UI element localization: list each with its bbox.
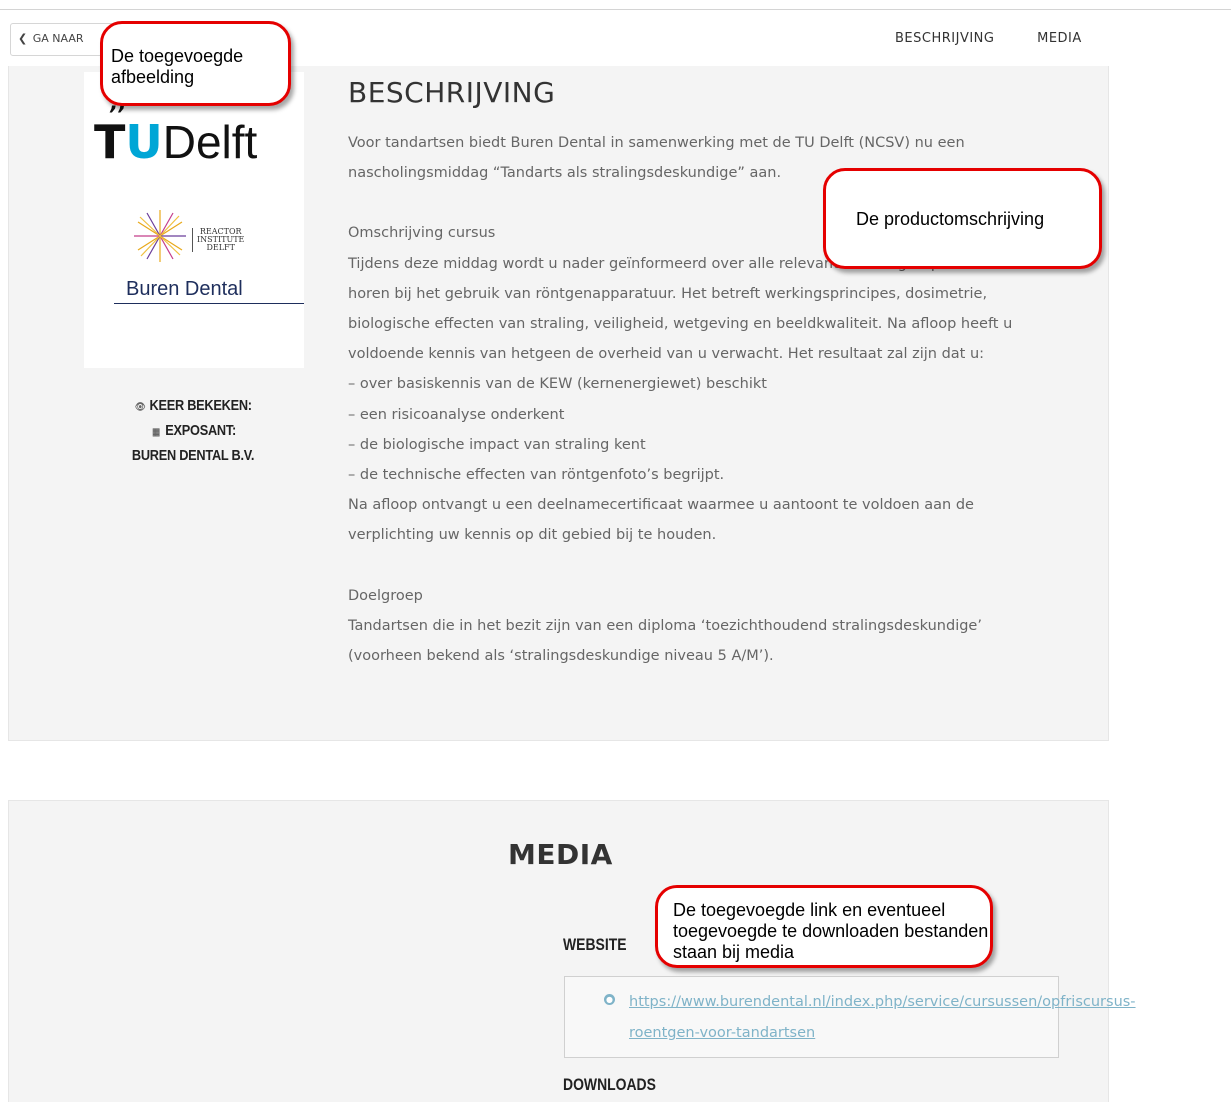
description-line: voldoende kennis van hetgeen de overheid… [348,346,985,363]
building-icon: ▦ [152,427,160,438]
description-line: verplichting uw kennis op dit gebied bij… [348,527,717,544]
callout-image-text: De toegevoegde afbeelding [111,46,244,87]
description-line: – de technische effecten van röntgenfoto… [348,467,725,484]
nav-item-media[interactable]: MEDIA [1037,31,1082,46]
reactor-institute-logo: REACTOR INSTITUTE DELFT [132,208,262,264]
reactor-institute-text: REACTOR INSTITUTE DELFT [192,228,244,252]
buren-dental-logo: Buren Dental [126,278,243,300]
sunburst-icon [134,210,186,262]
callout-description-text: De productomschrijving [856,209,1045,229]
description-line: Tandartsen die in het bezit zijn van een… [348,617,982,634]
callout-image-annotation: De toegevoegde afbeelding [100,21,291,106]
callout-description-annotation: De productomschrijving [823,168,1102,269]
exhibitor-label: EXPOSANT: [165,422,236,439]
description-line: biologische effecten van straling, veili… [348,316,1013,333]
website-heading: WEBSITE [563,935,627,954]
description-line: Na afloop ontvangt u een deelnamecertifi… [348,497,974,514]
chevron-left-icon: ❮ [18,32,28,45]
description-line: – de biologische impact van straling ken… [348,436,646,453]
tu-delft-logo: ʼʼ TUDelft [94,103,258,169]
globe-icon: ● [604,994,615,1005]
exhibitor-value: BUREN DENTAL B.V. [131,447,255,464]
buren-logo-underline [114,303,304,304]
description-line: – een risicoanalyse onderkent [348,406,565,423]
back-button-label: GA NAAR [32,32,84,45]
callout-media-annotation: De toegevoegde link en eventueel toegevo… [655,885,993,968]
top-divider [0,9,1231,10]
product-meta: 👁 KEER BEKEKEN: ▦ EXPOSANT: BUREN DENTAL B… [107,394,279,467]
views-row: 👁 KEER BEKEKEN: [107,394,279,419]
eye-icon: 👁 [134,402,146,413]
website-link-line: roentgen-voor-tandartsen [629,1025,816,1041]
media-title: MEDIA [508,838,613,871]
nav-item-beschrijving[interactable]: BESCHRIJVING [895,31,994,46]
description-line: horen bij het gebruik van röntgenapparat… [348,285,988,302]
views-label: KEER BEKEKEN: [149,397,253,414]
top-navigation: BESCHRIJVING MEDIA [895,31,1082,46]
product-image: ʼʼ TUDelft REACTOR INSTITUTE DELFT Buren… [84,72,304,368]
exhibitor-row: ▦ EXPOSANT: [107,419,279,444]
description-subheading: Doelgroep [348,587,423,604]
description-line: Voor tandartsen biedt Buren Dental in sa… [348,135,965,151]
website-link[interactable]: https://www.burendental.nl/index.php/ser… [629,987,1209,1049]
description-line: – over basiskennis van de KEW (kernenerg… [348,376,767,393]
website-link-line: https://www.burendental.nl/index.php/ser… [629,994,1136,1010]
callout-media-text: De toegevoegde link en eventueel toegevo… [673,900,989,962]
description-title: BESCHRIJVING [348,76,556,109]
downloads-heading: DOWNLOADS [563,1075,656,1094]
description-line: (voorheen bekend als ‘stralingsdeskundig… [348,648,774,665]
